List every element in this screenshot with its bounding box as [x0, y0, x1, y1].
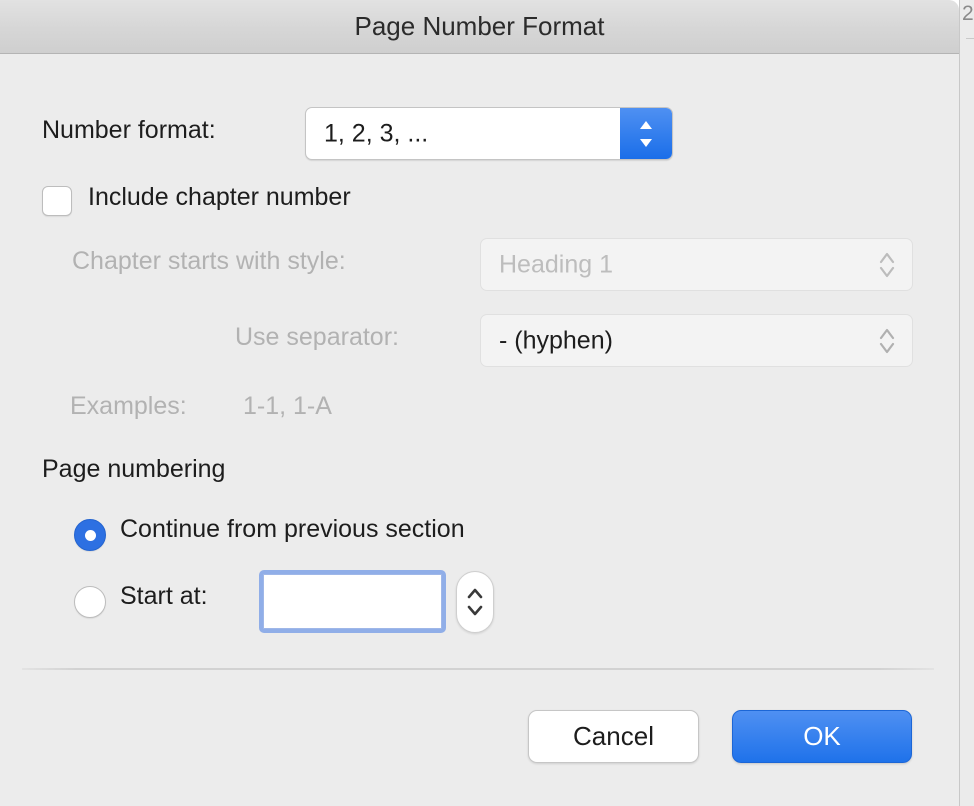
radio-start-at-label: Start at: — [120, 582, 208, 610]
use-separator-value: - (hyphen) — [499, 326, 613, 354]
number-format-label: Number format: — [42, 116, 216, 144]
examples-value: 1-1, 1-A — [243, 392, 332, 420]
chevron-up-down-icon — [620, 108, 672, 159]
ok-button[interactable]: OK — [732, 710, 912, 763]
background-page-number: 2 — [962, 2, 974, 25]
chapter-starts-with-style-popup-button: Heading 1 — [480, 238, 913, 291]
chevron-up-down-icon — [878, 324, 896, 358]
use-separator-label: Use separator: — [235, 323, 399, 351]
radio-continue-from-previous-section[interactable] — [74, 519, 106, 551]
start-at-input[interactable] — [259, 570, 446, 633]
examples-label: Examples: — [70, 392, 187, 420]
footer-divider — [22, 668, 934, 670]
include-chapter-number-label: Include chapter number — [88, 183, 351, 211]
page-numbering-heading: Page numbering — [42, 455, 226, 483]
dialog-titlebar[interactable]: Page Number Format — [0, 0, 959, 54]
dialog-title: Page Number Format — [354, 11, 605, 41]
radio-continue-from-previous-section-label: Continue from previous section — [120, 515, 465, 543]
number-format-popup-button[interactable]: 1, 2, 3, ... — [305, 107, 673, 160]
page-number-format-dialog: Page Number Format Number format: 1, 2, … — [0, 0, 959, 806]
radio-start-at[interactable] — [74, 586, 106, 618]
chevron-up-down-icon — [878, 248, 896, 282]
include-chapter-number-checkbox[interactable] — [42, 186, 72, 216]
stepper-up-down-icon — [467, 588, 483, 616]
background-document-rule — [966, 38, 974, 39]
background-document-edge — [959, 0, 974, 806]
dialog-body: Number format: 1, 2, 3, ... Include chap… — [0, 55, 959, 806]
use-separator-popup-button: - (hyphen) — [480, 314, 913, 367]
number-format-value: 1, 2, 3, ... — [324, 119, 429, 147]
start-at-stepper[interactable] — [456, 571, 494, 633]
cancel-button[interactable]: Cancel — [528, 710, 699, 763]
chapter-starts-with-style-label: Chapter starts with style: — [72, 247, 346, 275]
chapter-starts-with-style-value: Heading 1 — [499, 250, 613, 278]
